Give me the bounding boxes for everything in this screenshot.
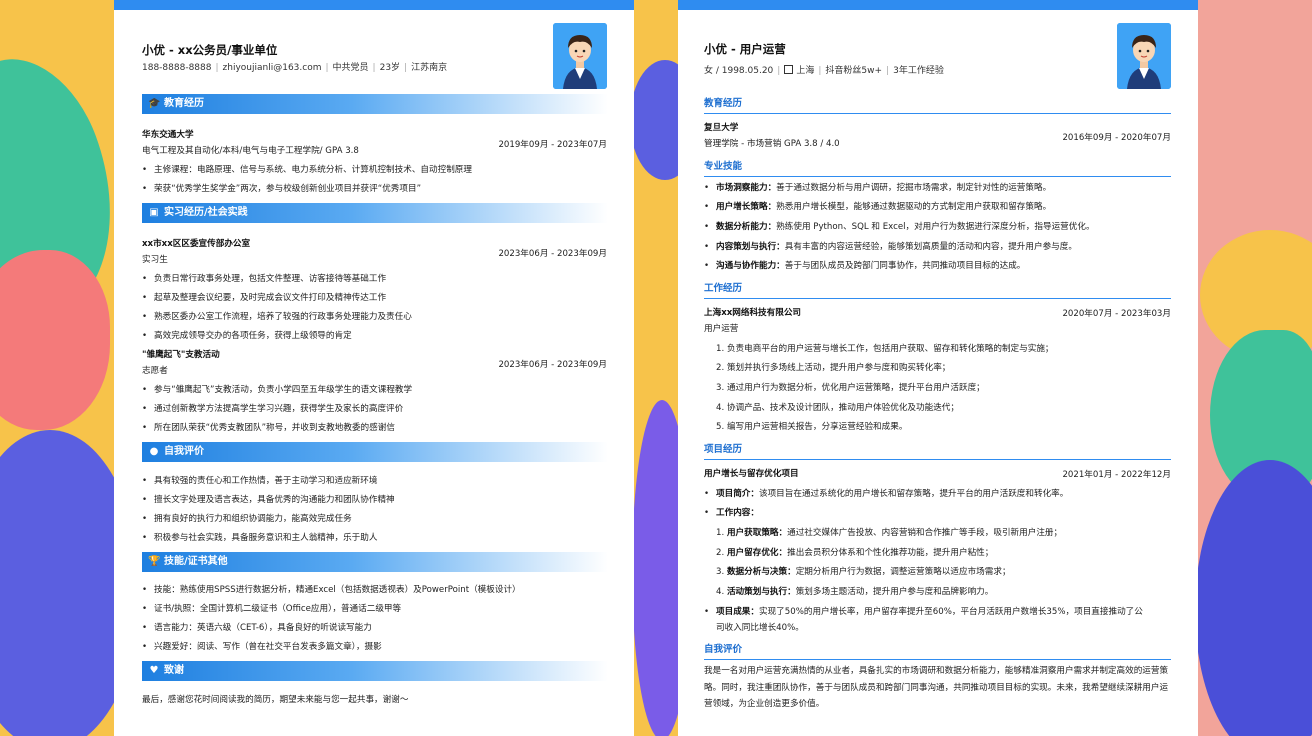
list-item: 2. 策划并执行多场线上活动，提升用户参与度和购买转化率； [716,363,951,373]
user-icon: ● [149,446,159,457]
list-item: 所在团队荣获“优秀支教团队”称号，并收到支教地教委的感谢信 [142,422,395,434]
list-item: 语言能力：英语六级（CET-6），具备良好的听说读写能力 [142,622,372,634]
list-item: 3. 通过用户行为数据分析，优化用户运营策略，提升平台用户活跃度； [716,383,985,393]
school-name: 复旦大学 [704,123,739,133]
list-item: 参与“雏鹰起飞”支教活动，负责小学四至五年级学生的语文课程教学 [142,384,412,396]
section-self-evaluation: ● 自我评价 [142,442,608,462]
list-item: 负责日常行政事务处理，包括文件整理、访客接待等基础工作 [142,273,386,285]
exp-date: 2023年06月 - 2023年09月 [498,360,607,370]
list-item: 高效完成领导交办的各项任务，获得上级领导的肯定 [142,330,352,342]
section-thanks: ♥ 致谢 [142,661,608,681]
briefcase-icon: ▣ [149,207,159,218]
section-title: 自我评价 [164,446,204,457]
list-item: 用户增长策略：熟悉用户增长模型，能够通过数据驱动的方式制定用户获取和留存策略。 [704,201,1051,213]
personal-info: 女 / 1998.05.20 | 上海 | 抖音粉丝5w+ | 3年工作经验 [704,65,944,76]
list-item: 拥有良好的执行力和组织协调能力，能高效完成任务 [142,513,352,525]
age: 23岁 [379,63,401,73]
list-item: 5. 编写用户运营相关报告，分享运营经验和成果。 [716,422,908,432]
email: zhiyoujianli@163.com [222,63,322,73]
list-item: 熟悉区委办公室工作流程，培养了较强的行政事务处理能力及责任心 [142,311,412,323]
role: 用户运营 [704,324,739,334]
project-date: 2021年01月 - 2022年12月 [1062,470,1171,480]
list-item: 数据分析能力：熟练使用 Python、SQL 和 Excel，对用户行为数据进行… [704,221,1095,233]
list-item: 具有较强的责任心和工作热情，善于主动学习和适应新环境 [142,475,377,487]
list-item: 1. 用户获取策略：通过社交媒体广告投放、内容营销和合作推广等手段，吸引新用户注… [716,528,1063,538]
page-top-bar [114,0,634,10]
list-item: 通过创新教学方法提高学生学习兴趣，获得学生及家长的高度评价 [142,403,403,415]
section-education: 教育经历 [704,97,1171,114]
avatar [553,23,607,89]
experience-years: 3年工作经验 [893,66,944,76]
section-self-evaluation: 自我评价 [704,643,1171,660]
project-content-label: 工作内容： [704,507,759,519]
section-title: 技能/证书其他 [164,556,228,567]
edu-date: 2016年09月 - 2020年07月 [1062,133,1171,143]
section-skills: 🏆 技能/证书其他 [142,552,608,572]
page-top-bar [678,0,1198,10]
list-item: 擅长文字处理及语言表达，具备优秀的沟通能力和团队协作精神 [142,494,395,506]
followers: 抖音粉丝5w+ [825,66,883,76]
list-item: 兴趣爱好：阅读、写作（曾在社交平台发表多篇文章），摄影 [142,641,382,653]
thanks-text: 最后，感谢您花时间阅读我的简历，期望未来能与您一起共事，谢谢～ [142,695,409,705]
list-item: 沟通与协作能力：善于与团队成员及跨部门同事协作，共同推动项目目标的达成。 [704,260,1025,272]
section-work: 工作经历 [704,282,1171,299]
section-project: 项目经历 [704,443,1171,460]
resume-name: 小优 - xx公务员/事业单位 [142,43,278,57]
section-title: 致谢 [164,665,184,676]
project-result-cont: 司收入同比增长40%。 [716,623,804,633]
list-item: 2. 用户留存优化：推出会员积分体系和个性化推荐功能，提升用户粘性； [716,548,994,558]
project-intro: 项目简介：该项目旨在通过系统化的用户增长和留存策略，提升平台的用户活跃度和转化率… [704,488,1068,500]
trophy-icon: 🏆 [148,556,161,567]
exp-date: 2023年06月 - 2023年09月 [498,249,607,259]
gender-birth: 女 / 1998.05.20 [704,66,774,76]
list-item: 3. 数据分析与决策：定期分析用户行为数据，调整运营策略以适应市场需求； [716,567,1011,577]
org-name: "雏鹰起飞"支教活动 [142,350,220,360]
list-item: 内容策划与执行：具有丰富的内容运营经验，能够策划高质量的活动和内容，提升用户参与… [704,241,1077,253]
school-name: 华东交通大学 [142,130,194,140]
graduation-cap-icon: 🎓 [148,98,161,109]
org-name: xx市xx区区委宣传部办公室 [142,239,251,249]
company-name: 上海xx网络科技有限公司 [704,308,802,318]
section-title: 教育经历 [164,98,204,109]
section-skills: 专业技能 [704,160,1171,177]
major: 管理学院 - 市场营销 GPA 3.8 / 4.0 [704,139,840,149]
list-item: 1. 负责电商平台的用户运营与增长工作，包括用户获取、留存和转化策略的制定与实施… [716,344,1054,354]
section-title: 实习经历/社会实践 [164,207,248,218]
building-icon [784,65,794,74]
avatar [1117,23,1171,89]
list-item: 4. 活动策划与执行：策划多场主题活动，提升用户参与度和品牌影响力。 [716,587,994,597]
contact-info: 188-8888-8888 | zhiyoujianli@163.com | 中共党员 |… [142,63,448,73]
list-item: 主修课程：电路原理、信号与系统、电力系统分析、计算机控制技术、自动控制原理 [142,164,472,176]
list-item: 市场洞察能力：善于通过数据分析与用户调研，挖掘市场需求，制定针对性的运营策略。 [704,182,1051,194]
political-status: 中共党员 [332,63,369,73]
self-evaluation-text: 我是一名对用户运营充满热情的从业者，具备扎实的市场调研和数据分析能力，能够精准洞… [704,666,1169,709]
role: 志愿者 [142,366,168,376]
heart-icon: ♥ [149,665,159,676]
list-item: 起草及整理会议纪要，及时完成会议文件打印及精神传达工作 [142,292,386,304]
resume-name: 小优 - 用户运营 [704,42,786,56]
list-item: 证书/执照：全国计算机二级证书（Office应用），普通话二级甲等 [142,603,401,615]
section-education: 🎓 教育经历 [142,94,608,114]
project-result: 项目成果：实现了50%的用户增长率，用户留存率提升至60%，平台月活跃用户数增长… [704,606,1143,618]
list-item: 荣获“优秀学生奖学金”两次，参与校级创新创业项目并获评“优秀项目” [142,183,421,195]
section-internship: ▣ 实习经历/社会实践 [142,203,608,223]
location: 江苏南京 [411,63,448,73]
list-item: 技能：熟练使用SPSS进行数据分析，精通Excel（包括数据透视表）及Power… [142,584,521,596]
list-item: 4. 协调产品、技术及设计团队，推动用户体验优化及功能迭代； [716,403,959,413]
major: 电气工程及其自动化/本科/电气与电子工程学院/ GPA 3.8 [142,146,359,156]
role: 实习生 [142,255,168,265]
phone: 188-8888-8888 [142,63,212,73]
project-name: 用户增长与留存优化项目 [704,469,799,479]
city: 上海 [796,66,815,76]
resume-page-civil-servant: 小优 - xx公务员/事业单位 188-8888-8888 | zhiyoujian… [114,0,634,736]
resume-page-user-operations: 小优 - 用户运营 女 / 1998.05.20 | 上海 | 抖音粉丝5w+ | 3年工作… [678,0,1198,736]
work-date: 2020年07月 - 2023年03月 [1062,309,1171,319]
edu-date: 2019年09月 - 2023年07月 [498,140,607,150]
list-item: 积极参与社会实践，具备服务意识和主人翁精神，乐于助人 [142,532,377,544]
